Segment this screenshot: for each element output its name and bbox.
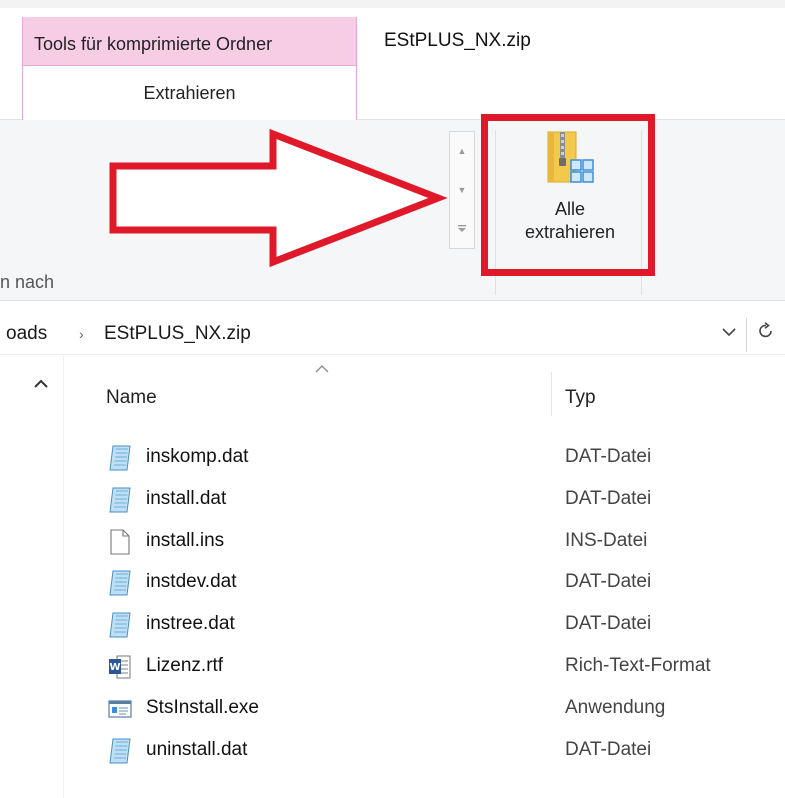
- context-tab-group-label: Tools für komprimierte Ordner: [34, 34, 273, 54]
- address-divider: [746, 318, 747, 352]
- file-type: DAT-Datei: [565, 613, 652, 635]
- annotation-highlight-box: [481, 114, 655, 276]
- file-row[interactable]: instdev.dat DAT-Datei: [100, 562, 785, 602]
- file-type: Anwendung: [565, 696, 666, 718]
- file-name: install.ins: [146, 529, 225, 551]
- file-row[interactable]: uninstall.dat DAT-Datei: [100, 730, 785, 770]
- application-icon: [108, 696, 132, 722]
- navigation-pane: [0, 356, 66, 798]
- file-name: uninstall.dat: [146, 738, 248, 760]
- tab-extract[interactable]: Extrahieren: [22, 65, 357, 120]
- file-name: inskomp.dat: [146, 446, 249, 467]
- dat-file-icon: [108, 612, 132, 638]
- file-row[interactable]: instree.dat DAT-Datei: [100, 604, 785, 644]
- dat-file-icon: [108, 738, 132, 764]
- file-row[interactable]: StsInstall.exe Anwendung: [100, 688, 785, 728]
- scroll-up-icon[interactable]: [34, 372, 48, 395]
- dat-file-icon: [108, 445, 132, 471]
- file-type: DAT-Datei: [565, 487, 652, 509]
- annotation-arrow-icon: [109, 128, 448, 268]
- window-title: EStPLUS_NX.zip: [384, 30, 531, 51]
- file-row[interactable]: install.ins INS-Datei: [100, 521, 785, 561]
- file-type: DAT-Datei: [565, 571, 652, 593]
- file-name: instdev.dat: [146, 571, 237, 593]
- breadcrumb-current[interactable]: EStPLUS_NX.zip: [104, 323, 251, 345]
- column-divider[interactable]: [551, 372, 552, 416]
- file-type: Rich-Text-Format: [565, 655, 711, 676]
- ribbon-divider: [0, 300, 785, 301]
- refresh-icon[interactable]: [757, 322, 775, 346]
- gallery-scroll-down-button[interactable]: ▼: [450, 171, 474, 209]
- address-dropdown-icon[interactable]: [722, 324, 736, 341]
- breadcrumb-chevron-icon[interactable]: ›: [79, 326, 84, 342]
- file-type: DAT-Datei: [565, 446, 652, 467]
- dat-file-icon: [108, 570, 132, 596]
- svg-text:W: W: [109, 662, 120, 673]
- file-type: DAT-Datei: [565, 738, 652, 760]
- title-bar-strip: [0, 0, 785, 8]
- breadcrumb-downloads[interactable]: oads: [6, 323, 47, 345]
- word-document-icon: W: [108, 654, 132, 680]
- dat-file-icon: [108, 487, 132, 513]
- gallery-scrollbar[interactable]: ▲ ▼: [449, 131, 475, 249]
- column-header-name[interactable]: Name: [106, 387, 157, 409]
- file-name: Lizenz.rtf: [146, 655, 224, 676]
- gallery-expand-button[interactable]: [450, 210, 474, 248]
- ribbon-group-label: n nach: [0, 272, 55, 292]
- navigation-pane-border: [63, 356, 64, 798]
- file-name: StsInstall.exe: [146, 696, 259, 718]
- file-row[interactable]: install.dat DAT-Datei: [100, 479, 785, 519]
- column-header-type[interactable]: Typ: [565, 387, 596, 409]
- file-row[interactable]: W Lizenz.rtf Rich-Text-Format: [100, 646, 785, 686]
- file-name: install.dat: [146, 487, 227, 509]
- file-row[interactable]: inskomp.dat DAT-Datei: [100, 437, 785, 477]
- gallery-scroll-up-button[interactable]: ▲: [450, 132, 474, 170]
- sort-ascending-icon: [315, 360, 329, 378]
- blank-file-icon: [108, 529, 132, 555]
- file-name: instree.dat: [146, 613, 235, 635]
- file-type: INS-Datei: [565, 529, 648, 551]
- expand-icon: [458, 225, 466, 232]
